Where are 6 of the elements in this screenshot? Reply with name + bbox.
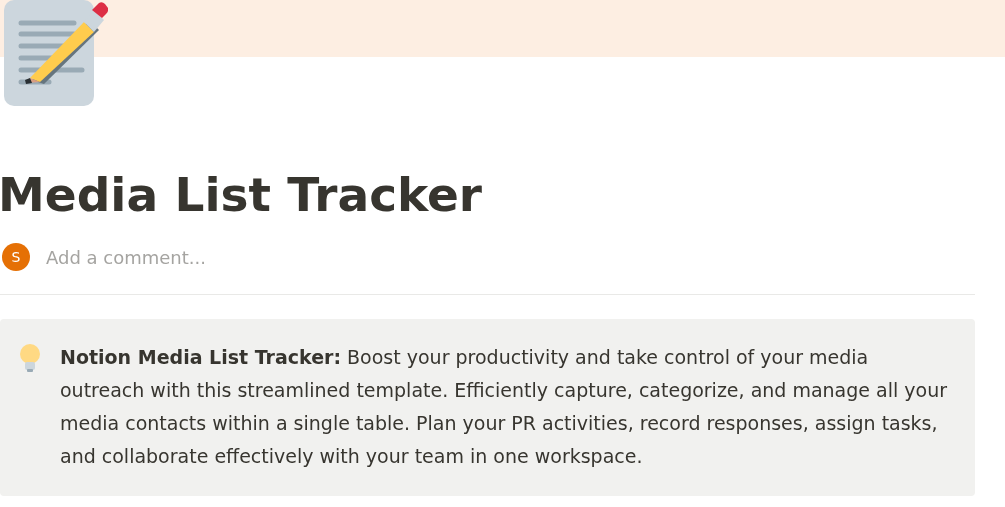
comment-field[interactable]: Add a comment... — [46, 243, 446, 271]
callout-text: Notion Media List Tracker: Boost your productivity and take control of your media outreach with this streamlined template. Efficiently capture, categorize, and manage all your media contacts within a single table. Plan your PR activities, record responses, assign tasks, and collaborate effectively with your team in one workspace. — [60, 345, 949, 469]
page-title: Media List Tracker — [0, 166, 484, 224]
lightbulb-icon — [18, 343, 42, 373]
user-avatar: S — [2, 243, 30, 271]
page-icon — [4, 0, 108, 107]
